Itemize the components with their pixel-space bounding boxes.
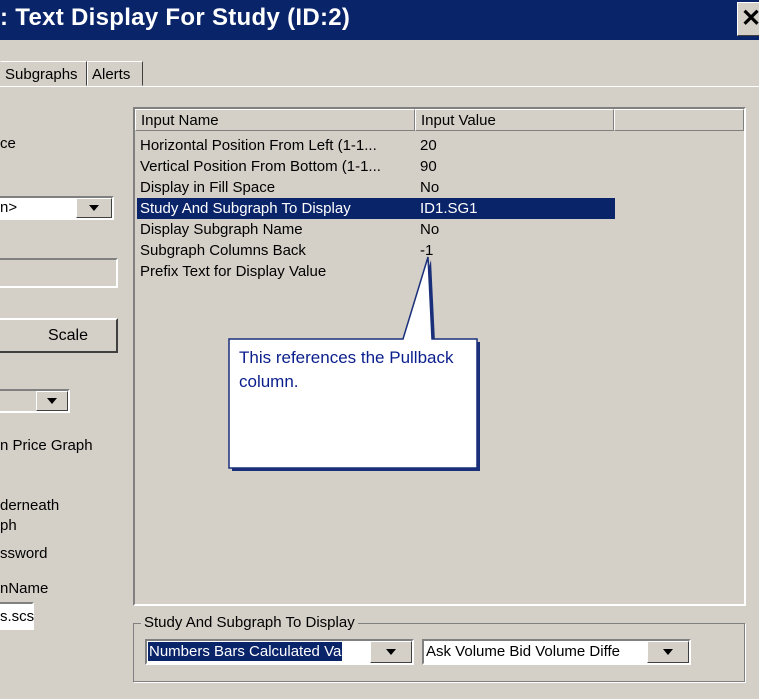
- table-row[interactable]: Study And Subgraph To Display ID1.SG1: [137, 198, 615, 219]
- table-row[interactable]: Subgraph Columns Back -1: [137, 240, 615, 261]
- group-label: Study And Subgraph To Display: [141, 614, 358, 631]
- study-combo[interactable]: Numbers Bars Calculated Va: [145, 639, 414, 665]
- callout-text: This references the Pullback column.: [239, 348, 454, 391]
- dropdown-button[interactable]: [370, 641, 412, 663]
- tab-label: Subgraphs: [5, 66, 78, 83]
- table-row[interactable]: Vertical Position From Bottom (1-1... 90: [137, 156, 615, 177]
- left-combo-1[interactable]: n>: [0, 196, 114, 220]
- dropdown-button[interactable]: [76, 198, 112, 218]
- left-label-ce: ce: [0, 135, 16, 152]
- table-row[interactable]: Display Subgraph Name No: [137, 219, 615, 240]
- column-header-input-name[interactable]: Input Name: [135, 109, 415, 131]
- tab-divider: [0, 86, 759, 87]
- left-label-ph: ph: [0, 517, 17, 534]
- input-name-cell: Subgraph Columns Back: [140, 242, 306, 259]
- column-header-label: Input Name: [141, 112, 219, 129]
- left-label-password: ssword: [0, 545, 48, 562]
- chevron-down-icon: [47, 398, 57, 404]
- subgraph-combo-value: Ask Volume Bid Volume Diffe: [426, 643, 620, 660]
- chevron-down-icon: [663, 649, 673, 655]
- tab-alerts[interactable]: Alerts: [87, 61, 143, 86]
- chevron-down-icon: [386, 649, 396, 655]
- subgraph-combo[interactable]: Ask Volume Bid Volume Diffe: [422, 639, 691, 665]
- tab-subgraphs[interactable]: Subgraphs: [0, 61, 87, 86]
- input-value-cell: 90: [420, 158, 437, 175]
- input-value-cell: No: [420, 179, 440, 196]
- title-bar: : Text Display For Study (ID:2): [0, 0, 759, 40]
- close-icon: ✕: [741, 5, 759, 32]
- input-name-cell: Horizontal Position From Left (1-1...: [140, 137, 377, 154]
- dropdown-button[interactable]: [647, 641, 689, 663]
- input-name-cell: Study And Subgraph To Display: [140, 200, 351, 217]
- column-header-empty: [614, 109, 744, 131]
- dropdown-button[interactable]: [36, 391, 68, 411]
- input-value-cell: 20: [420, 137, 437, 154]
- scale-button-label: Scale: [47, 327, 89, 344]
- close-button[interactable]: ✕: [737, 2, 759, 36]
- file-name-field[interactable]: s.scs: [0, 602, 34, 630]
- input-value-cell: No: [420, 221, 440, 238]
- table-row[interactable]: Horizontal Position From Left (1-1... 20: [137, 135, 615, 156]
- file-name-value: s.scs: [0, 608, 35, 625]
- column-header-input-value[interactable]: Input Value: [415, 109, 614, 131]
- left-combo-1-value: n>: [0, 199, 18, 216]
- input-name-cell: Display Subgraph Name: [140, 221, 303, 238]
- input-value-cell: ID1.SG1: [420, 200, 478, 217]
- input-value-cell: -1: [420, 242, 434, 259]
- left-label-price-graph: n Price Graph: [0, 437, 93, 454]
- input-name-cell: Display in Fill Space: [140, 179, 276, 196]
- left-combo-2[interactable]: [0, 389, 70, 413]
- left-label-name: nName: [0, 580, 49, 597]
- tab-label: Alerts: [92, 66, 131, 83]
- table-row[interactable]: Display in Fill Space No: [137, 177, 615, 198]
- input-name-cell: Prefix Text for Display Value: [140, 263, 327, 280]
- window-title: : Text Display For Study (ID:2): [0, 4, 351, 31]
- left-textbox[interactable]: [0, 258, 118, 288]
- input-name-cell: Vertical Position From Bottom (1-1...: [140, 158, 381, 175]
- scale-button[interactable]: Scale: [0, 318, 118, 353]
- column-header-label: Input Value: [421, 112, 496, 129]
- chevron-down-icon: [89, 205, 99, 211]
- study-combo-value: Numbers Bars Calculated Va: [148, 642, 343, 661]
- table-row[interactable]: Prefix Text for Display Value: [137, 261, 615, 282]
- left-label-underneath: derneath: [0, 497, 60, 514]
